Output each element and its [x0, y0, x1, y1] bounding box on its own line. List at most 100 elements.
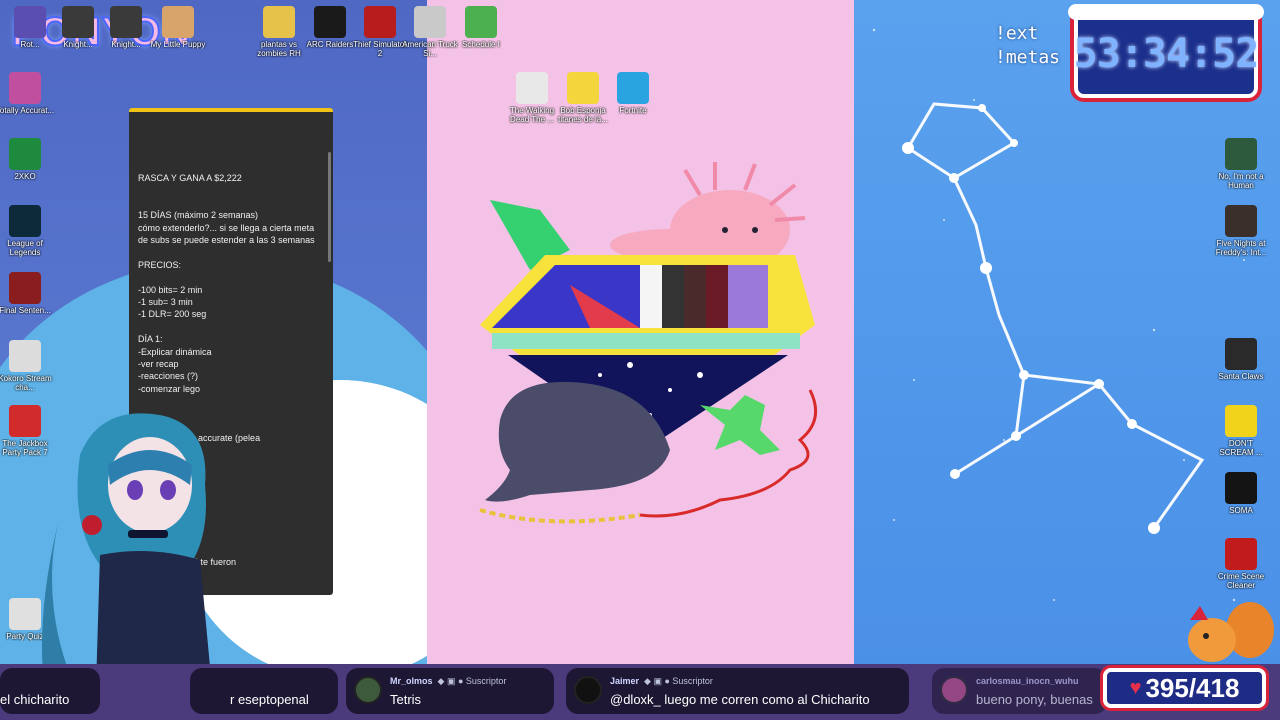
chat-message-text: el chicharito — [0, 692, 70, 707]
app-icon — [617, 72, 649, 104]
desktop-icon-label: Totally Accurat... — [0, 106, 55, 115]
desktop-icon[interactable]: Totally Accurat... — [0, 72, 55, 115]
desktop-icon-label: League of Legends — [7, 239, 43, 257]
app-icon — [9, 205, 41, 237]
app-icon — [62, 6, 94, 38]
notepad-line — [138, 271, 323, 283]
desktop-icon-label: My Little Puppy — [150, 40, 206, 49]
desktop-icon-label: SOMA — [1229, 506, 1253, 515]
app-icon — [162, 6, 194, 38]
sub-goal-counter: ♥ 395/418 — [1103, 668, 1266, 708]
desktop-icon-label: Crime Scene Cleaner — [1217, 572, 1265, 590]
squirrel-mascot — [1188, 602, 1274, 662]
desktop-icon[interactable]: Knight... — [96, 6, 156, 49]
desktop-icon[interactable]: Five Nights at Freddy's: Int... — [1211, 205, 1271, 257]
chat-username: Mr_olmos — [390, 676, 433, 686]
app-icon — [1225, 138, 1257, 170]
chat-message: carlosmau_inocn_wuhu bueno pony, buenas — [932, 668, 1107, 714]
desktop-icon[interactable]: Santa Claws — [1211, 338, 1271, 381]
app-icon — [465, 6, 497, 38]
chat-message-text: bueno pony, buenas — [976, 692, 1093, 707]
desktop-icon-label: Five Nights at Freddy's: Int... — [1215, 239, 1267, 257]
app-icon — [1225, 538, 1257, 570]
desktop-icon[interactable]: My Little Puppy — [148, 6, 208, 49]
desktop-icon[interactable]: DON'T SCREAM ... — [1211, 405, 1271, 457]
desktop-icon[interactable]: Crime Scene Cleaner — [1211, 538, 1271, 590]
app-icon — [9, 272, 41, 304]
chat-username: carlosmau_inocn_wuhu — [976, 676, 1079, 686]
desktop-icon[interactable]: SOMA — [1211, 472, 1271, 515]
app-icon — [14, 6, 46, 38]
notepad-line: PRECIOS: — [138, 259, 182, 270]
chat-user-avatar — [940, 676, 968, 704]
heart-icon: ♥ — [1129, 676, 1142, 699]
center-artwork — [479, 162, 818, 524]
desktop-icon-label: 2XKO — [14, 172, 36, 181]
timer-value: 53:34:52 — [1073, 31, 1260, 77]
chat-user-meta: Jaimer ◆ ▣ ● Suscriptor — [610, 676, 713, 686]
app-icon — [516, 72, 548, 104]
chat-message-text: r eseptopenal — [230, 692, 309, 707]
chat-username: Jaimer — [610, 676, 640, 686]
app-icon — [9, 138, 41, 170]
chat-user-meta: Mr_olmos ◆ ▣ ● Suscriptor — [390, 676, 507, 686]
notepad-line — [138, 246, 323, 258]
app-icon — [1225, 205, 1257, 237]
command-list: !ext !metas — [995, 22, 1060, 70]
chat-message-text: @dloxk_ luego me corren como al Chichari… — [610, 692, 870, 707]
notepad-line: RASCA Y GANA A $2,222 — [138, 173, 242, 183]
app-icon — [1225, 472, 1257, 504]
app-icon — [263, 6, 295, 38]
notepad-line: -reacciones (?) — [138, 371, 199, 382]
notepad-line: -1 sub= 3 min — [138, 297, 193, 307]
desktop-icon-label: Kokoro Stream cha... — [0, 374, 52, 392]
sub-goal-value: 395/418 — [1145, 672, 1240, 703]
app-icon — [567, 72, 599, 104]
app-icon — [110, 6, 142, 38]
app-icon — [9, 598, 41, 630]
app-icon — [1225, 405, 1257, 437]
app-icon — [314, 6, 346, 38]
notepad-scrollbar[interactable] — [328, 152, 331, 262]
desktop-icon-label: Schedule I — [462, 40, 500, 49]
desktop-icon-label: Knight... — [111, 40, 141, 49]
metas-command: !metas — [995, 47, 1061, 68]
desktop-icon-label: Santa Claws — [1218, 372, 1264, 381]
notepad-line: 15 DÍAS (máximo 2 semanas) — [138, 210, 259, 221]
desktop-icon[interactable]: Fortnite — [603, 72, 663, 115]
notepad-line — [138, 321, 323, 333]
desktop-icon[interactable]: Schedule I — [451, 6, 511, 49]
subathon-timer: 53:34:52 — [1073, 10, 1260, 98]
chat-message-text: Tetris — [390, 692, 422, 707]
notepad-line: cómo extenderlo?... si se llega a cierta… — [138, 222, 315, 245]
desktop-icon[interactable]: No, I'm not a Human — [1211, 138, 1271, 190]
chat-badge: Suscriptor — [465, 676, 507, 686]
chat-user-meta: carlosmau_inocn_wuhu — [976, 676, 1079, 686]
notepad-line: -100 bits= 2 min — [138, 284, 203, 295]
chat-message: r eseptopenal — [190, 668, 338, 714]
app-icon — [1225, 338, 1257, 370]
chat-user-avatar — [574, 676, 602, 704]
desktop-icon-label: DON'T SCREAM ... — [1219, 439, 1263, 457]
chat-message: Mr_olmos ◆ ▣ ● Suscriptor Tetris — [346, 668, 554, 714]
app-icon — [9, 72, 41, 104]
notepad-line: -Explicar dinámica — [138, 346, 212, 357]
notepad-line: -1 DLR= 200 seg — [138, 309, 207, 320]
notepad-line: DÍA 1: — [138, 334, 163, 345]
desktop-icon-label: No, I'm not a Human — [1218, 172, 1264, 190]
chat-user-avatar — [354, 676, 382, 704]
ext-command: !ext — [995, 23, 1039, 44]
desktop-icon[interactable]: 2XKO — [0, 138, 55, 181]
notepad-line — [138, 184, 323, 196]
app-icon — [414, 6, 446, 38]
desktop-icon-label: Final Senten... — [0, 306, 51, 315]
desktop-icon[interactable]: League of Legends — [0, 205, 55, 257]
app-icon — [364, 6, 396, 38]
chat-message: el chicharito — [0, 668, 100, 714]
notepad-line: -comenzar lego — [138, 383, 201, 394]
app-icon — [9, 405, 41, 437]
desktop-icon[interactable]: Final Senten... — [0, 272, 55, 315]
notepad-line: -ver recap — [138, 359, 179, 370]
chat-message: Jaimer ◆ ▣ ● Suscriptor @dloxk_ luego me… — [566, 668, 909, 714]
desktop-icon[interactable]: Kokoro Stream cha... — [0, 340, 55, 392]
